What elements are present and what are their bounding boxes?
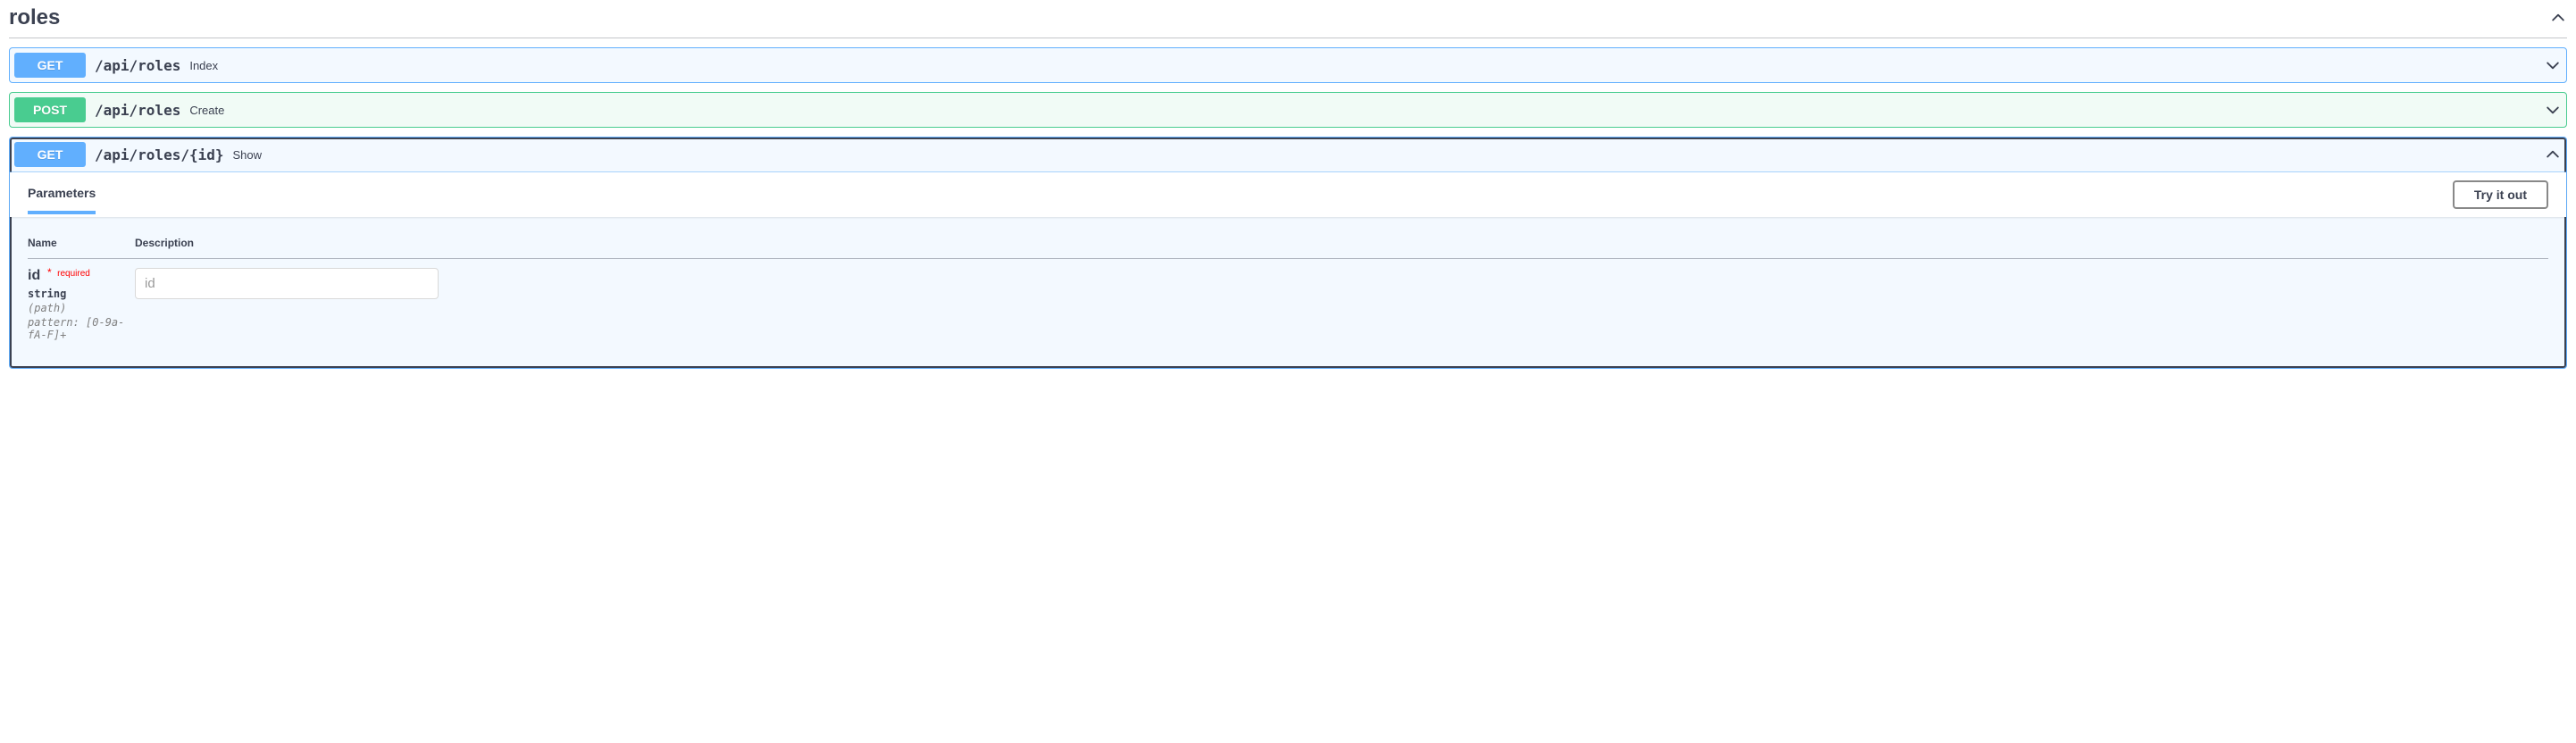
try-it-out-button[interactable]: Try it out	[2453, 180, 2548, 209]
required-star-icon: *	[45, 266, 52, 279]
method-badge-post: POST	[14, 97, 86, 122]
parameters-table: Name Description id * required	[28, 228, 2548, 350]
param-name: id	[28, 268, 40, 283]
param-type: string	[28, 284, 135, 300]
endpoint-body: Parameters Try it out Name Description	[10, 171, 2566, 368]
endpoint-path: /api/roles	[86, 57, 189, 74]
chevron-up-icon	[2549, 9, 2567, 27]
endpoint-description: Create	[189, 104, 2544, 117]
method-badge-get: GET	[14, 53, 86, 78]
endpoint-description: Show	[233, 148, 2545, 162]
param-pattern: pattern: [0-9a-fA-F]+	[28, 314, 135, 341]
endpoint-row-expanded: GET /api/roles/{id} Show Parameters Try …	[9, 137, 2567, 369]
chevron-down-icon	[2544, 56, 2562, 74]
required-label: required	[55, 269, 90, 279]
col-header-name: Name	[28, 228, 135, 259]
parameters-table-wrap: Name Description id * required	[10, 217, 2566, 368]
endpoint-path: /api/roles/{id}	[86, 146, 233, 163]
method-badge-get: GET	[14, 142, 86, 167]
chevron-up-icon	[2544, 146, 2562, 163]
chevron-down-icon	[2544, 101, 2562, 119]
endpoint-summary[interactable]: GET /api/roles Index	[10, 48, 2566, 82]
endpoint-description: Index	[189, 59, 2544, 72]
endpoint-summary[interactable]: GET /api/roles/{id} Show	[10, 138, 2566, 171]
endpoint-path: /api/roles	[86, 102, 189, 119]
table-row: id * required string (path) pattern: [0-…	[28, 259, 2548, 351]
endpoint-summary[interactable]: POST /api/roles Create	[10, 93, 2566, 127]
parameters-header: Parameters Try it out	[10, 172, 2566, 217]
col-header-description: Description	[135, 228, 2548, 259]
param-input-id[interactable]	[135, 268, 439, 299]
endpoint-row: GET /api/roles Index	[9, 47, 2567, 83]
endpoint-row: POST /api/roles Create	[9, 92, 2567, 128]
parameters-tab[interactable]: Parameters	[28, 186, 96, 214]
tag-title: roles	[9, 5, 60, 30]
tag-header[interactable]: roles	[9, 0, 2567, 38]
param-in: (path)	[28, 300, 135, 314]
